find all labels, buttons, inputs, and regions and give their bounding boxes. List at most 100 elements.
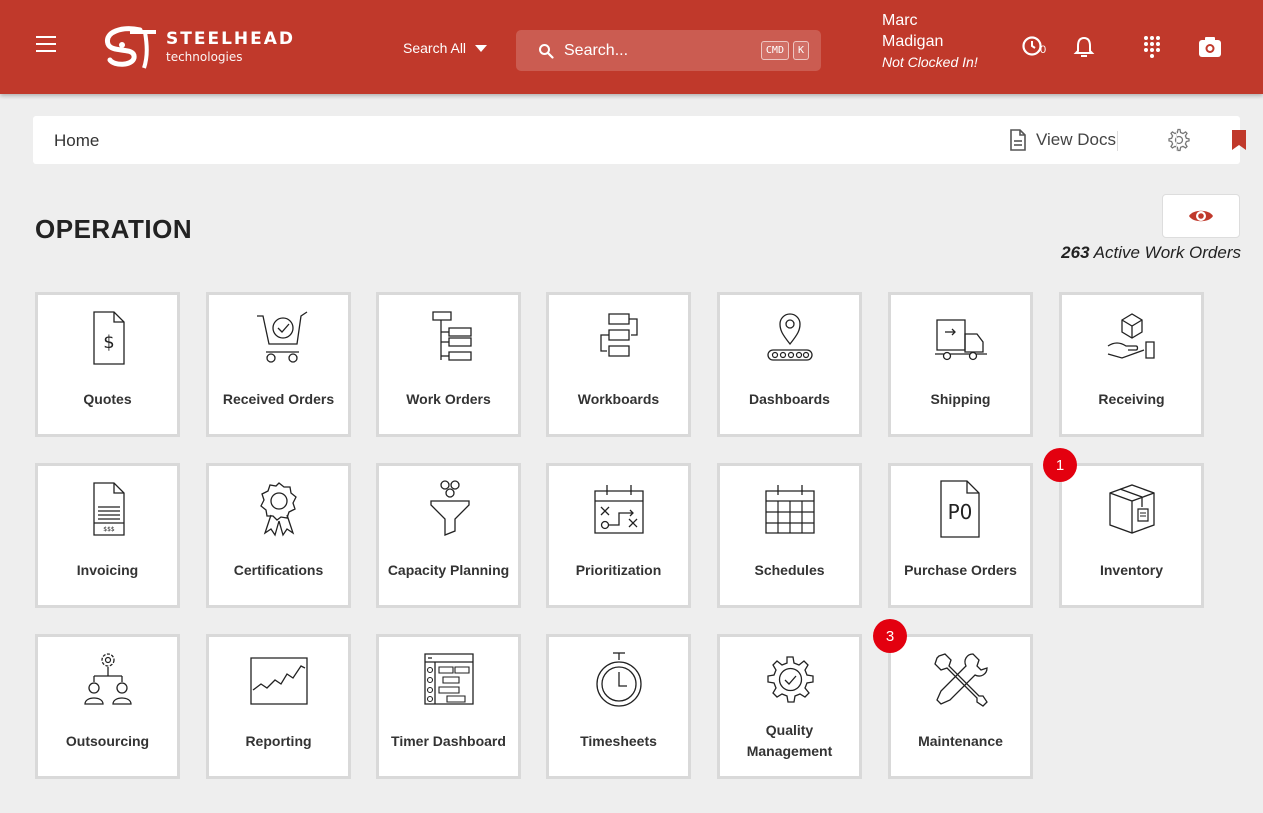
logo[interactable]: STEELHEAD technologies bbox=[100, 22, 295, 72]
tile-label: Received Orders bbox=[222, 390, 335, 407]
svg-text:P0: P0 bbox=[947, 500, 972, 524]
tile-label: Maintenance bbox=[918, 732, 1003, 749]
tile-timesheets[interactable]: Timesheets bbox=[546, 634, 691, 779]
tile-invoicing[interactable]: $$$ Invoicing bbox=[35, 463, 180, 608]
tile-label: Shipping bbox=[930, 390, 991, 407]
truck-icon bbox=[931, 308, 991, 368]
user-first-name: Marc bbox=[882, 12, 918, 29]
tile-label: Inventory bbox=[1099, 561, 1163, 578]
shortcut-key-k: K bbox=[792, 41, 809, 60]
tile-quality-management[interactable]: Quality Management bbox=[717, 634, 862, 779]
invoice-icon: $$$ bbox=[78, 479, 138, 539]
search-scope-label: Search All bbox=[403, 40, 467, 56]
tile-prioritization[interactable]: Prioritization bbox=[546, 463, 691, 608]
tile-quotes[interactable]: $ Quotes bbox=[35, 292, 180, 437]
menu-icon[interactable] bbox=[36, 36, 56, 54]
top-bar: STEELHEAD technologies Search All Search… bbox=[0, 0, 1263, 94]
search-input[interactable]: Search... CMD K bbox=[516, 30, 821, 71]
award-ribbon-icon bbox=[249, 479, 309, 539]
brand-name: STEELHEAD bbox=[166, 29, 296, 49]
calendar-icon bbox=[760, 479, 820, 539]
package-icon bbox=[1102, 479, 1162, 539]
tile-label: Work Orders bbox=[406, 390, 491, 407]
document-icon bbox=[1010, 129, 1026, 151]
hand-box-icon bbox=[1102, 308, 1162, 368]
clock-icon[interactable]: 0 bbox=[1021, 34, 1047, 60]
tile-dashboards[interactable]: Dashboards bbox=[717, 292, 862, 437]
svg-text:$$$: $$$ bbox=[103, 526, 115, 533]
calendar-strategy-icon bbox=[589, 479, 649, 539]
eye-icon bbox=[1189, 210, 1213, 222]
tile-label: Receiving bbox=[1098, 390, 1165, 407]
user-info[interactable]: Marc Madigan Not Clocked In! bbox=[882, 10, 978, 73]
tile-capacity-planning[interactable]: Capacity Planning bbox=[376, 463, 521, 608]
divider bbox=[1176, 131, 1177, 151]
funnel-icon bbox=[419, 479, 479, 539]
org-gear-icon bbox=[78, 650, 138, 710]
tile-label: Dashboards bbox=[749, 390, 830, 407]
steelhead-logo-icon bbox=[105, 26, 156, 69]
search-icon bbox=[539, 43, 554, 59]
quote-document-icon: $ bbox=[78, 308, 138, 368]
tile-purchase-orders[interactable]: P0 Purchase Orders bbox=[888, 463, 1033, 608]
bell-icon[interactable] bbox=[1071, 34, 1097, 60]
tile-work-orders[interactable]: Work Orders bbox=[376, 292, 521, 437]
svg-text:$: $ bbox=[103, 332, 114, 353]
tile-label: Prioritization bbox=[575, 561, 662, 578]
bookmark-icon[interactable] bbox=[1229, 128, 1249, 152]
tile-label: Timer Dashboard bbox=[391, 732, 506, 749]
shortcut-key-cmd: CMD bbox=[760, 41, 789, 60]
tile-workboards[interactable]: Workboards bbox=[546, 292, 691, 437]
tile-label: Workboards bbox=[577, 390, 660, 407]
breadcrumb: Home View Docs bbox=[33, 116, 1246, 164]
gear-check-icon bbox=[760, 650, 820, 710]
divider bbox=[1117, 131, 1118, 151]
tile-schedules[interactable]: Schedules bbox=[717, 463, 862, 608]
tile-label: Certifications bbox=[233, 561, 324, 578]
tile-certifications[interactable]: Certifications bbox=[206, 463, 351, 608]
active-count-value: 263 bbox=[1061, 243, 1090, 262]
brand-subtitle: technologies bbox=[166, 50, 243, 64]
tile-received-orders[interactable]: Received Orders bbox=[206, 292, 351, 437]
active-work-orders-count: 263 Active Work Orders bbox=[1061, 243, 1241, 263]
line-chart-icon bbox=[249, 650, 309, 710]
notification-badge: 3 bbox=[873, 619, 907, 653]
stopwatch-icon bbox=[589, 650, 649, 710]
workflow-icon bbox=[589, 308, 649, 368]
tile-receiving[interactable]: Receiving bbox=[1059, 292, 1204, 437]
cart-check-icon bbox=[249, 308, 309, 368]
tile-reporting[interactable]: Reporting bbox=[206, 634, 351, 779]
search-scope-dropdown[interactable]: Search All bbox=[403, 40, 488, 56]
view-docs-button[interactable]: View Docs bbox=[1009, 129, 1116, 151]
camera-icon[interactable] bbox=[1197, 34, 1223, 60]
tile-label: Reporting bbox=[245, 732, 312, 749]
tile-label: Quality Management bbox=[746, 722, 833, 759]
tile-shipping[interactable]: Shipping bbox=[888, 292, 1033, 437]
tile-maintenance[interactable]: Maintenance bbox=[888, 634, 1033, 779]
tile-label: Purchase Orders bbox=[904, 561, 1017, 578]
clock-status: Not Clocked In! bbox=[882, 54, 978, 70]
tile-label: Outsourcing bbox=[65, 732, 150, 749]
settings-gear-icon[interactable] bbox=[1167, 128, 1191, 152]
breadcrumb-home[interactable]: Home bbox=[54, 131, 99, 151]
notification-badge: 1 bbox=[1043, 448, 1077, 482]
tile-label: Timesheets bbox=[580, 732, 657, 749]
search-placeholder: Search... bbox=[564, 41, 629, 59]
chevron-down-icon bbox=[475, 44, 488, 52]
active-count-label: Active Work Orders bbox=[1093, 243, 1241, 262]
po-document-icon: P0 bbox=[931, 479, 991, 539]
clock-count: 0 bbox=[1040, 44, 1047, 56]
visibility-toggle-button[interactable] bbox=[1162, 194, 1240, 238]
location-conveyor-icon bbox=[760, 308, 820, 368]
tile-label: Invoicing bbox=[76, 561, 139, 578]
tile-label: Capacity Planning bbox=[387, 561, 510, 578]
tile-outsourcing[interactable]: Outsourcing bbox=[35, 634, 180, 779]
tools-icon bbox=[931, 650, 991, 710]
view-docs-label: View Docs bbox=[1036, 130, 1116, 149]
apps-grid-icon[interactable] bbox=[1139, 34, 1165, 60]
user-last-name: Madigan bbox=[882, 33, 944, 50]
section-title: OPERATION bbox=[35, 214, 193, 244]
tile-timer-dashboard[interactable]: Timer Dashboard bbox=[376, 634, 521, 779]
tile-label: Quotes bbox=[83, 390, 132, 407]
tile-inventory[interactable]: Inventory bbox=[1059, 463, 1204, 608]
